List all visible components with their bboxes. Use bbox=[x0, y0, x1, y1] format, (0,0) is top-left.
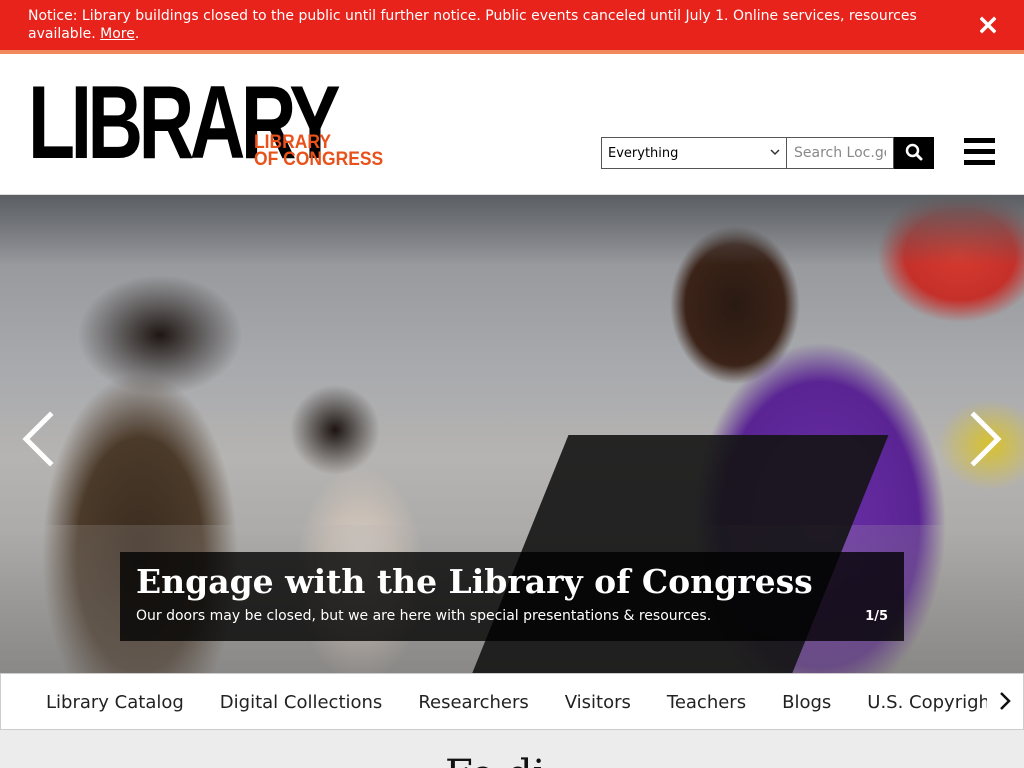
search-input[interactable] bbox=[786, 137, 894, 169]
search-icon bbox=[905, 143, 923, 164]
alert-banner: Notice: Library buildings closed to the … bbox=[0, 0, 1024, 54]
search-scope-select[interactable]: Everything bbox=[601, 137, 786, 169]
hero-carousel: Engage with the Library of Congress Our … bbox=[0, 195, 1024, 673]
alert-period: . bbox=[134, 26, 140, 42]
close-icon[interactable] bbox=[979, 14, 997, 36]
hero-caption[interactable]: Engage with the Library of Congress Our … bbox=[120, 552, 904, 641]
chevron-right-icon[interactable] bbox=[966, 409, 1006, 469]
tab-teachers[interactable]: Teachers bbox=[649, 692, 764, 713]
tab-visitors[interactable]: Visitors bbox=[547, 692, 649, 713]
hamburger-menu-icon[interactable] bbox=[964, 138, 996, 166]
logo-subtitle: LIBRARY OF CONGRESS bbox=[254, 133, 384, 170]
scroll-right-button[interactable] bbox=[987, 674, 1023, 729]
featured-section: Fe di bbox=[0, 730, 1024, 768]
chevron-down-icon bbox=[770, 148, 780, 159]
quick-links-bar: Library Catalog Digital Collections Rese… bbox=[0, 673, 1024, 730]
hero-image-ceiling bbox=[0, 195, 1024, 265]
chevron-right-icon bbox=[999, 691, 1011, 715]
tab-library-catalog[interactable]: Library Catalog bbox=[28, 692, 202, 713]
search-button[interactable] bbox=[894, 137, 934, 169]
featured-heading: Fe di bbox=[445, 752, 545, 768]
quick-links: Library Catalog Digital Collections Rese… bbox=[28, 674, 1023, 729]
logo-subtitle-line2: OF CONGRESS bbox=[254, 149, 384, 170]
chevron-left-icon[interactable] bbox=[18, 409, 58, 469]
tab-digital-collections[interactable]: Digital Collections bbox=[202, 692, 401, 713]
search-bar: Everything bbox=[601, 137, 934, 169]
alert-more-link[interactable]: More bbox=[100, 26, 135, 42]
slide-counter: 1/5 bbox=[865, 609, 888, 624]
hero-title[interactable]: Engage with the Library of Congress bbox=[136, 562, 813, 601]
hero-subtitle: Our doors may be closed, but we are here… bbox=[136, 608, 712, 624]
site-header: LIBRARY LIBRARY OF CONGRESS Everything bbox=[0, 54, 1024, 195]
alert-message: Notice: Library buildings closed to the … bbox=[28, 8, 917, 42]
tab-blogs[interactable]: Blogs bbox=[764, 692, 849, 713]
search-scope-value: Everything bbox=[608, 145, 679, 161]
tab-researchers[interactable]: Researchers bbox=[400, 692, 546, 713]
alert-text: Notice: Library buildings closed to the … bbox=[28, 7, 958, 43]
